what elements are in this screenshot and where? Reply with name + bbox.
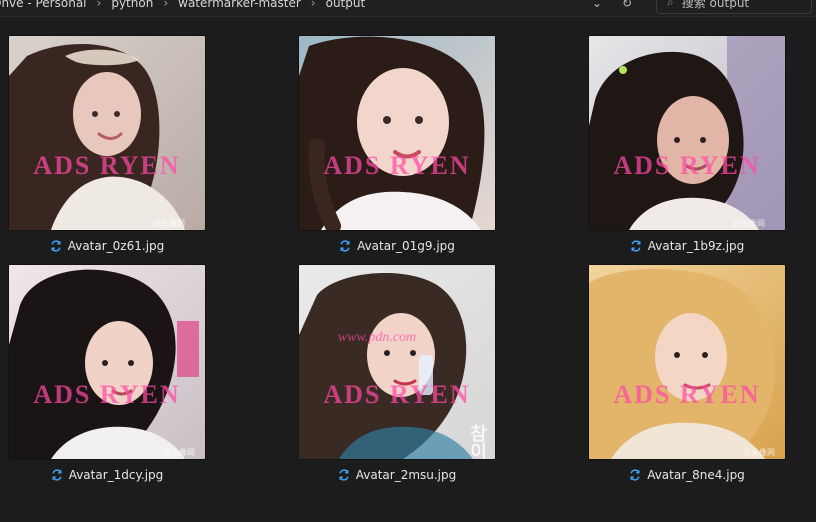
portrait-thumbnail: ADS RYEN @头像网 [589, 265, 785, 459]
file-tile[interactable]: ADS RYEN @头像网 Avatar_0z61.jpg [9, 36, 229, 266]
watermark-extra-text: www.pdn.com [338, 330, 416, 345]
stamp-text: @头像网 [163, 447, 195, 457]
watermark-text: ADS RYEN [323, 151, 470, 180]
breadcrumb[interactable]: Onve - Personal › python › watermarker-m… [0, 0, 365, 14]
portrait-thumbnail: ADS RYEN @头像网 [9, 36, 205, 230]
filename: Avatar_01g9.jpg [357, 239, 455, 253]
filename: Avatar_1b9z.jpg [647, 239, 745, 253]
image-thumbnail[interactable]: ADS RYEN @头像网 [9, 265, 205, 459]
file-tile[interactable]: www.pdn.com ADS RYEN 참이슬 Avatar_2msu.jpg [299, 265, 519, 495]
search-icon: ⌕ [667, 0, 674, 9]
file-caption[interactable]: Avatar_1b9z.jpg [589, 237, 785, 255]
file-tile[interactable]: ADS RYEN Avatar_01g9.jpg [299, 36, 519, 266]
address-actions: ⌄ ↻ [586, 0, 646, 14]
watermark-text: ADS RYEN [323, 380, 470, 409]
file-tile[interactable]: ADS RYEN @头像网 Avatar_1dcy.jpg [9, 265, 229, 495]
image-thumbnail[interactable]: ADS RYEN @头像网 [589, 265, 785, 459]
breadcrumb-item-python[interactable]: python [111, 0, 153, 10]
vertical-korean-text: 참이슬 [467, 424, 488, 459]
stamp-text: @头像网 [153, 218, 185, 228]
image-thumbnail[interactable]: ADS RYEN @头像网 [9, 36, 205, 230]
breadcrumb-separator: › [163, 0, 169, 10]
image-thumbnail[interactable]: ADS RYEN [299, 36, 495, 230]
watermark-text: ADS RYEN [33, 380, 180, 409]
address-dropdown-button[interactable]: ⌄ [586, 0, 608, 14]
portrait-thumbnail: ADS RYEN @头像网 [589, 36, 785, 230]
file-caption[interactable]: Avatar_2msu.jpg [299, 466, 495, 484]
watermark-text: ADS RYEN [33, 151, 180, 180]
breadcrumb-separator: › [96, 0, 102, 10]
image-thumbnail[interactable]: ADS RYEN @头像网 [589, 36, 785, 230]
file-caption[interactable]: Avatar_8ne4.jpg [589, 466, 785, 484]
portrait-thumbnail: ADS RYEN @头像网 [9, 265, 205, 459]
file-caption[interactable]: Avatar_01g9.jpg [299, 237, 495, 255]
search-box[interactable]: ⌕ [656, 0, 816, 14]
file-caption[interactable]: Avatar_0z61.jpg [9, 237, 205, 255]
portrait-thumbnail: ADS RYEN [299, 36, 495, 230]
sync-icon [50, 240, 62, 252]
filename: Avatar_2msu.jpg [355, 468, 457, 482]
refresh-button[interactable]: ↻ [616, 0, 638, 14]
sync-icon [338, 469, 350, 481]
stamp-text: @头像网 [733, 218, 765, 228]
sync-icon [51, 469, 63, 481]
file-explorer-titlebar: Onve - Personal › python › watermarker-m… [0, 0, 816, 17]
sync-icon [339, 240, 351, 252]
sync-icon [630, 240, 642, 252]
stamp-text: @头像网 [743, 447, 775, 457]
filename: Avatar_1dcy.jpg [68, 468, 164, 482]
breadcrumb-item-output[interactable]: output [326, 0, 366, 10]
image-thumbnail[interactable]: www.pdn.com ADS RYEN 참이슬 [299, 265, 495, 459]
portrait-thumbnail: www.pdn.com ADS RYEN 참이슬 [299, 265, 495, 459]
breadcrumb-separator: › [310, 0, 316, 10]
breadcrumb-item-onedrive[interactable]: Onve - Personal [0, 0, 87, 10]
refresh-icon: ↻ [621, 0, 633, 10]
filename: Avatar_8ne4.jpg [647, 468, 745, 482]
sync-icon [629, 469, 641, 481]
breadcrumb-item-watermarker-master[interactable]: watermarker-master [178, 0, 301, 10]
search-input[interactable] [681, 0, 816, 9]
filename: Avatar_0z61.jpg [67, 239, 165, 253]
chevron-down-icon: ⌄ [591, 0, 603, 10]
watermark-text: ADS RYEN [613, 380, 760, 409]
file-caption[interactable]: Avatar_1dcy.jpg [9, 466, 205, 484]
watermark-text: ADS RYEN [613, 151, 760, 180]
file-tile[interactable]: ADS RYEN @头像网 Avatar_8ne4.jpg [589, 265, 809, 495]
file-tile[interactable]: ADS RYEN @头像网 Avatar_1b9z.jpg [589, 36, 809, 266]
